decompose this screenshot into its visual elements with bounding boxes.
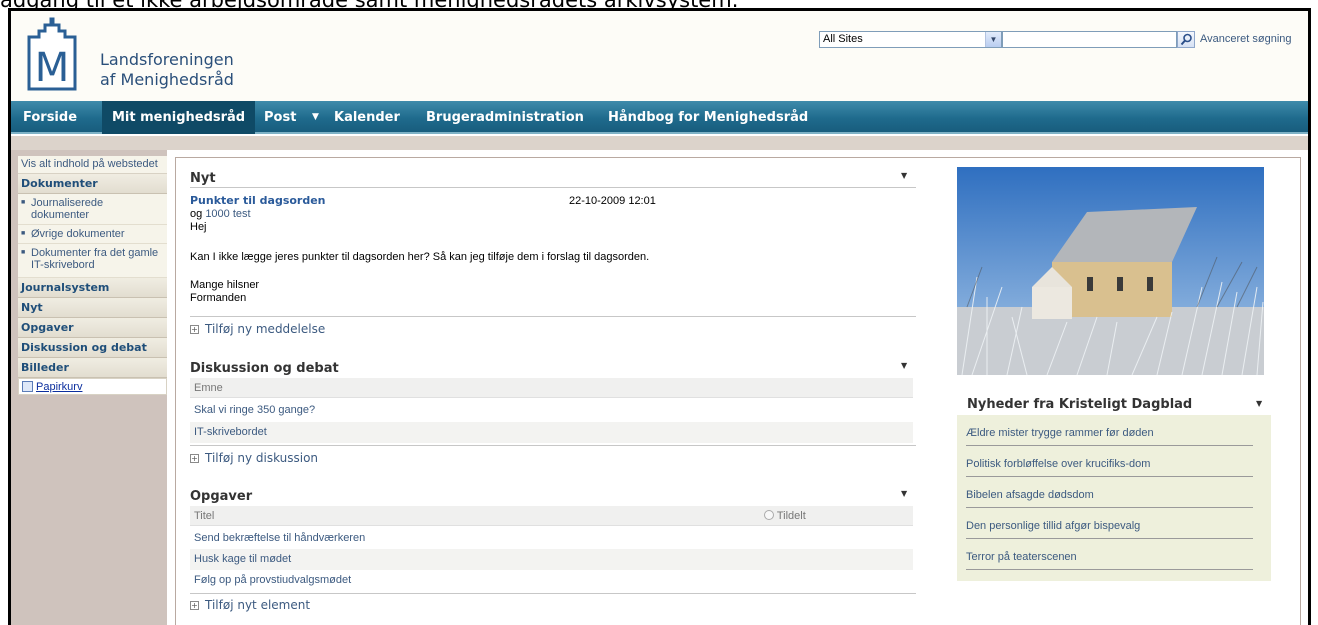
news-item[interactable]: Bibelen afsagde dødsdom [966,477,1253,508]
quicklaunch-item[interactable]: ■ Dokumenter fra det gamle IT-skrivebord [18,244,167,278]
chevron-down-icon[interactable]: ▼ [312,101,319,134]
quicklaunch-diskussion[interactable]: Diskussion og debat [18,338,167,358]
divider [190,445,916,446]
add-discussion-link[interactable]: + Tilføj ny diskussion [190,451,318,465]
tab-haandbog[interactable]: Håndbog for Menighedsråd [608,101,808,134]
news-item[interactable]: Den personlige tillid afgør bispevalg [966,508,1253,539]
announcement-meta: og 1000 test [190,208,251,220]
table-row[interactable]: Skal vi ringe 350 gange? [190,400,913,421]
announcement-body: Kan I ikke lægge jeres punkter til dagso… [190,251,650,263]
plus-icon: + [190,600,199,610]
tab-kalender[interactable]: Kalender [334,101,400,134]
quicklaunch-billeder[interactable]: Billeder [18,358,167,378]
nyt-title[interactable]: Nyt [190,171,216,186]
chevron-down-icon[interactable]: ▼ [985,32,1001,47]
document-caption: adgang til et ikke arbejdsområde samt me… [0,0,1318,8]
table-row[interactable]: Husk kage til mødet [190,549,913,570]
quicklaunch-dokumenter[interactable]: Dokumenter [18,174,167,194]
site-title-line2: af Menighedsråd [100,70,234,89]
tab-brugeradministration[interactable]: Brugeradministration [426,101,584,134]
quicklaunch-item[interactable]: ■ Øvrige dokumenter [18,225,167,244]
tab-forside[interactable]: Forside [23,101,77,134]
opgaver-title[interactable]: Opgaver [190,489,252,504]
advanced-search-link[interactable]: Avanceret søgning [1200,33,1292,45]
tab-mit-menighedsraad[interactable]: Mit menighedsråd [102,101,256,134]
announcement-date: 22-10-2009 12:01 [569,195,656,207]
add-announcement-link[interactable]: + Tilføj ny meddelelse [190,322,325,336]
news-title[interactable]: Nyheder fra Kristeligt Dagblad [967,397,1192,412]
table-row[interactable]: IT-skrivebordet [190,422,913,443]
search-button[interactable] [1177,31,1195,48]
svg-text:M: M [35,45,70,91]
site-title[interactable]: Landsforeningen af Menighedsråd [100,50,234,90]
quick-launch: Vis alt indhold på webstedet Dokumenter … [11,150,167,625]
column-header-emne[interactable]: Emne [190,378,913,398]
browser-page: M Landsforeningen af Menighedsråd All Si… [8,8,1311,625]
recycle-bin-icon [22,381,33,392]
announcement-title[interactable]: Punkter til dagsorden [190,194,326,207]
search-scope-select[interactable]: All Sites ▼ [819,31,1002,48]
divider [190,593,916,594]
announcement-hej: Hej [190,221,207,233]
quicklaunch-opgaver[interactable]: Opgaver [18,318,167,338]
divider [190,316,916,317]
search-input[interactable] [1002,31,1177,48]
search-icon [1180,33,1192,46]
site-header: M Landsforeningen af Menighedsråd All Si… [11,11,1308,101]
church-m-logo-icon[interactable]: M [25,17,79,93]
chevron-down-icon[interactable]: ▼ [901,489,907,498]
nav-divider-band [11,136,1308,150]
church-photo [957,167,1264,375]
view-all-content-link[interactable]: Vis alt indhold på webstedet [18,156,167,174]
chevron-down-icon[interactable]: ▼ [1256,399,1262,408]
bullet-icon: ■ [21,249,26,256]
chevron-down-icon[interactable]: ▼ [901,361,907,370]
recycle-bin-link[interactable]: Papirkurv [18,378,167,395]
news-item[interactable]: Ældre mister trygge rammer før døden [966,415,1253,446]
announcement-meta-link[interactable]: 1000 test [205,208,250,220]
divider [190,187,916,188]
news-item[interactable]: Politisk forbløffelse over krucifiks-dom [966,446,1253,477]
column-header-tildelt[interactable]: Tildelt [764,506,806,526]
quicklaunch-journalsystem[interactable]: Journalsystem [18,278,167,298]
tab-post[interactable]: Post [264,101,296,134]
plus-icon: + [190,453,199,463]
table-row[interactable]: Send bekræftelse til håndværkeren [190,528,913,549]
column-header-titel[interactable]: Titel Tildelt [190,506,913,526]
top-navigation: Forside Mit menighedsråd Post ▼ Kalender… [11,101,1308,134]
news-item[interactable]: Terror på teaterscenen [966,539,1253,570]
news-list: Ældre mister trygge rammer før døden Pol… [957,415,1271,581]
quicklaunch-item[interactable]: ■ Journaliserede dokumenter [18,194,167,225]
diskussion-title[interactable]: Diskussion og debat [190,361,339,376]
search-scope-value: All Sites [823,33,863,45]
add-task-link[interactable]: + Tilføj nyt element [190,598,310,612]
announcement-greeting: Mange hilsner [190,279,260,291]
bullet-icon: ■ [21,230,26,237]
table-row[interactable]: Følg op på provstiudvalgsmødet [190,570,913,591]
quicklaunch-nyt[interactable]: Nyt [18,298,167,318]
site-title-line1: Landsforeningen [100,50,234,69]
plus-icon: + [190,324,199,334]
announcement-sign: Formanden [190,292,247,304]
chevron-down-icon[interactable]: ▼ [901,171,907,180]
presence-icon [764,510,774,520]
bullet-icon: ■ [21,199,26,206]
